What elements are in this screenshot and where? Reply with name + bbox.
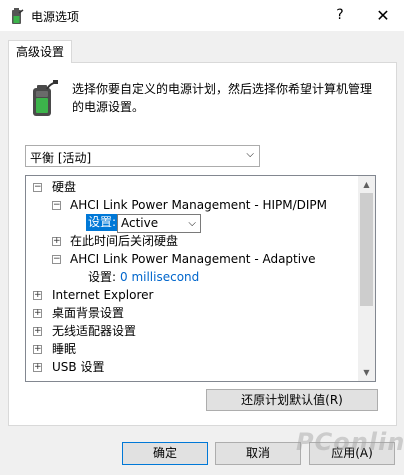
collapse-icon[interactable]: − bbox=[52, 255, 61, 264]
ahci-setting-value: Active bbox=[121, 216, 159, 230]
watermark: PConline bbox=[296, 428, 404, 456]
help-button[interactable]: ? bbox=[318, 0, 362, 31]
tree-scrollbar[interactable]: ▲ ▼ bbox=[358, 176, 375, 381]
power-plan-dropdown[interactable]: 平衡 [活动] ⌵ bbox=[25, 145, 260, 167]
setting-label-selected: 设置: bbox=[86, 214, 119, 231]
expand-icon[interactable]: + bbox=[33, 363, 42, 372]
setting-label: 设置: bbox=[88, 270, 117, 284]
advanced-settings-panel: 选择你要自定义的电源计划，然后选择你希望计算机管理 的电源设置。 平衡 [活动]… bbox=[8, 62, 397, 426]
description-text: 选择你要自定义的电源计划，然后选择你希望计算机管理 的电源设置。 bbox=[72, 80, 382, 116]
power-plan-value: 平衡 [活动] bbox=[30, 151, 92, 165]
collapse-icon[interactable]: − bbox=[33, 183, 42, 192]
expand-icon[interactable]: + bbox=[33, 345, 42, 354]
chevron-down-icon: ⌵ bbox=[188, 218, 196, 229]
ok-button[interactable]: 确定 bbox=[122, 442, 208, 465]
window-title: 电源选项 bbox=[31, 10, 80, 24]
chevron-down-icon: ⌵ bbox=[246, 149, 254, 160]
expand-icon[interactable]: + bbox=[33, 291, 42, 300]
expand-icon[interactable]: + bbox=[33, 309, 42, 318]
battery-plug-icon bbox=[33, 80, 58, 116]
setting-value-link[interactable]: 0 millisecond bbox=[120, 269, 199, 286]
expand-icon[interactable]: + bbox=[33, 327, 42, 336]
ahci-setting-dropdown[interactable]: Active ⌵ bbox=[117, 214, 201, 233]
expand-icon[interactable]: + bbox=[52, 237, 61, 246]
scroll-up-icon[interactable]: ▲ bbox=[358, 176, 375, 193]
tree-item-setting-active[interactable]: 设置: Active ⌵ bbox=[26, 214, 356, 233]
power-options-icon bbox=[12, 8, 24, 24]
restore-defaults-button[interactable]: 还原计划默认值(R) bbox=[206, 389, 378, 411]
collapse-icon[interactable]: − bbox=[52, 201, 61, 210]
close-button[interactable]: ✕ bbox=[362, 0, 404, 31]
scroll-thumb[interactable] bbox=[360, 193, 373, 306]
description-line-1: 选择你要自定义的电源计划，然后选择你希望计算机管理 bbox=[72, 82, 373, 96]
settings-tree[interactable]: − 硬盘 − AHCI Link Power Management - HIPM… bbox=[25, 175, 376, 382]
cancel-button[interactable]: 取消 bbox=[215, 442, 301, 465]
scroll-down-icon[interactable]: ▼ bbox=[358, 364, 375, 381]
tab-advanced-settings[interactable]: 高级设置 bbox=[8, 40, 72, 63]
title-bar: 电源选项 ? ✕ bbox=[0, 0, 404, 31]
description-line-2: 的电源设置。 bbox=[72, 100, 145, 114]
